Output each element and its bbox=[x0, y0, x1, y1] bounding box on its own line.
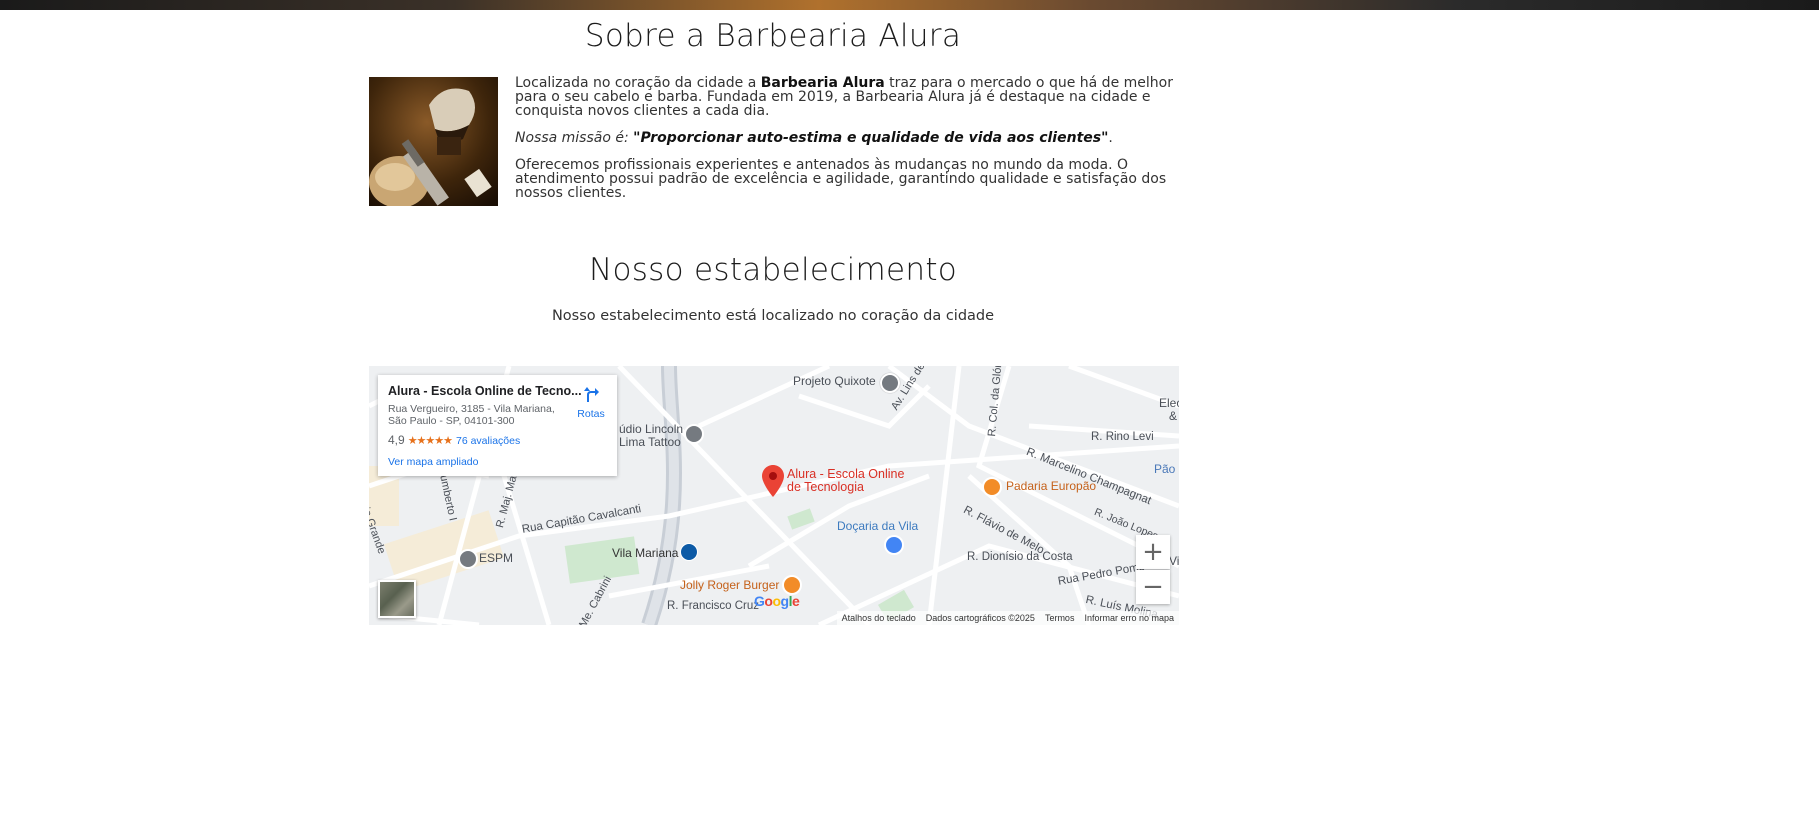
metro-icon bbox=[680, 543, 698, 561]
location-pin-icon[interactable] bbox=[762, 465, 784, 497]
map-attribution-bar: Atalhos do teclado Dados cartográficos ©2… bbox=[836, 611, 1179, 625]
establishment-subtitle: Nosso estabelecimento está localizado no… bbox=[551, 308, 995, 324]
shop-icon bbox=[884, 535, 904, 555]
map-label-espm: ESPM bbox=[479, 551, 514, 565]
directions-button[interactable]: Rotas bbox=[572, 385, 610, 420]
google-logo: Google bbox=[754, 593, 800, 609]
mission-suffix: . bbox=[1108, 130, 1113, 146]
shaving-brush-image bbox=[369, 77, 498, 206]
about-paragraph-mission: Nossa missão é: "Proporcionar auto-estim… bbox=[515, 131, 1175, 145]
poi-icon bbox=[684, 424, 704, 444]
report-error-link[interactable]: Informar erro no mapa bbox=[1084, 613, 1174, 623]
address-line-2: São Paulo - SP, 04101-300 bbox=[388, 415, 515, 427]
map-label-r-dionisio: R. Dionísio da Costa bbox=[967, 551, 1073, 563]
map-label-vila-mariana: Vila Mariana bbox=[612, 546, 679, 560]
rating-value: 4,9 bbox=[388, 433, 405, 447]
about-section-title: Sobre a Barbearia Alura bbox=[584, 18, 962, 54]
view-larger-map-link[interactable]: Ver mapa ampliado bbox=[388, 456, 478, 468]
place-name: Alura - Escola Online de Tecno... bbox=[388, 384, 582, 398]
map-label-lima-tattoo: Lima Tattoo bbox=[619, 435, 681, 449]
about-text-block: Localizada no coração da cidade a Barbea… bbox=[515, 76, 1175, 213]
food-icon bbox=[782, 575, 802, 595]
map-label-electro: Electr bbox=[1159, 396, 1179, 410]
establishment-section-title: Nosso estabelecimento bbox=[588, 252, 958, 288]
header-banner-strip bbox=[0, 0, 1819, 10]
satellite-toggle-button[interactable] bbox=[378, 580, 416, 618]
map-label-studio-lincoln: údio Lincoln bbox=[619, 422, 684, 436]
map-label-pao: Pão bbox=[1154, 462, 1176, 476]
map-label-docaria: Doçaria da Vila bbox=[837, 519, 919, 533]
map-label-vi: Vi bbox=[1169, 554, 1179, 568]
mission-prefix: Nossa missão é: bbox=[515, 130, 634, 146]
mission-quote: "Proporcionar auto-estima e qualidade de… bbox=[633, 130, 1109, 146]
pin-label: Alura - Escola Online de Tecnologia bbox=[787, 468, 904, 494]
place-info-card: Alura - Escola Online de Tecno... Rua Ve… bbox=[378, 375, 617, 476]
rating-stars-icon: ★★★★★ bbox=[407, 435, 453, 447]
terms-link[interactable]: Termos bbox=[1045, 613, 1075, 623]
map-label-padaria: Padaria Europão bbox=[1006, 479, 1097, 493]
map-label-r-rino: R. Rino Levi bbox=[1091, 431, 1154, 443]
keyboard-shortcuts-link[interactable]: Atalhos do teclado bbox=[842, 613, 916, 623]
about-paragraph-intro: Localizada no coração da cidade a Barbea… bbox=[515, 76, 1175, 118]
place-address: Rua Vergueiro, 3185 - Vila Mariana, São … bbox=[388, 403, 558, 427]
place-rating: 4,9 ★★★★★ 76 avaliações bbox=[388, 433, 520, 447]
map-label-r-francisco: R. Francisco Cruz bbox=[667, 600, 760, 612]
directions-label: Rotas bbox=[577, 408, 605, 420]
map-data-credit: Dados cartográficos ©2025 bbox=[925, 613, 1035, 623]
embedded-map[interactable]: Projeto Quixote údio Lincoln Lima Tattoo… bbox=[369, 366, 1179, 625]
about-paragraph-services: Oferecemos profissionais experientes e a… bbox=[515, 157, 1167, 201]
poi-icon bbox=[458, 549, 478, 569]
zoom-out-button[interactable]: − bbox=[1136, 570, 1170, 604]
map-label-electro-2: & C bbox=[1169, 409, 1179, 423]
directions-icon bbox=[584, 387, 599, 402]
address-line-1: Rua Vergueiro, 3185 - Vila Mariana, bbox=[388, 403, 555, 415]
reviews-link[interactable]: 76 avaliações bbox=[456, 435, 520, 447]
map-label-jolly: Jolly Roger Burger bbox=[680, 578, 780, 592]
food-icon bbox=[982, 477, 1002, 497]
pin-label-line2: de Tecnologia bbox=[787, 480, 864, 494]
zoom-in-button[interactable]: + bbox=[1136, 535, 1170, 569]
poi-icon bbox=[880, 373, 900, 393]
map-label-projeto-quixote: Projeto Quixote bbox=[793, 374, 876, 388]
